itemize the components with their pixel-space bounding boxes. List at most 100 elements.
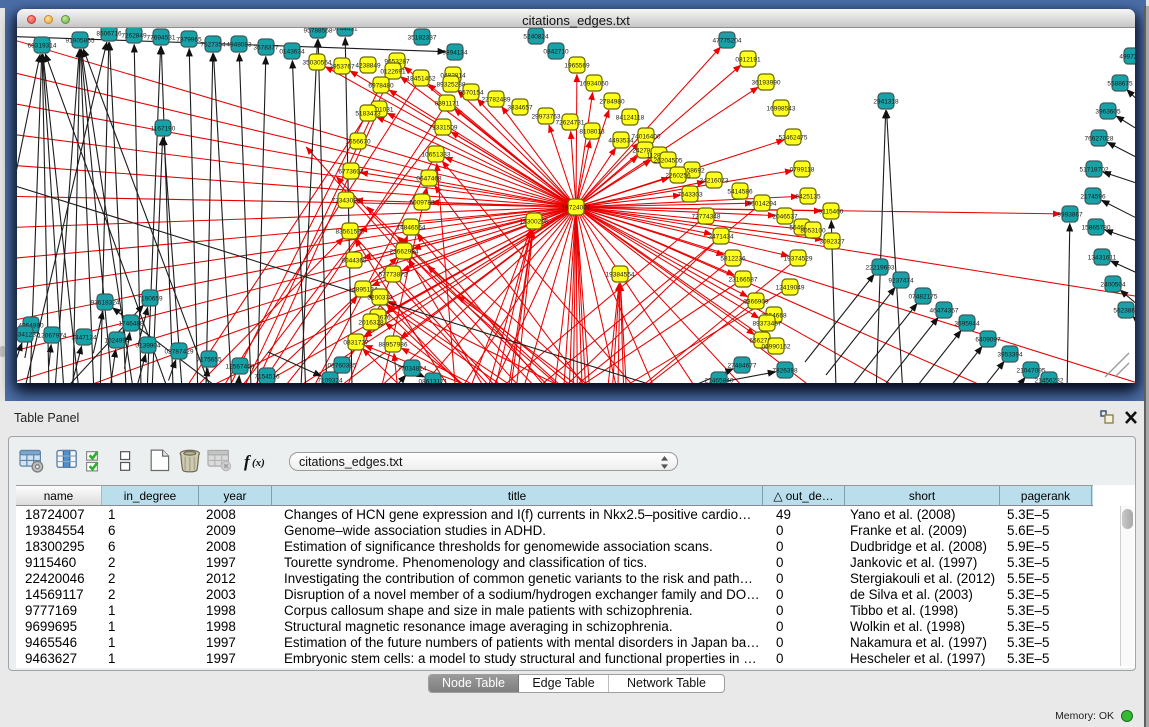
svg-text:0799118: 0799118	[790, 166, 815, 173]
svg-text:3953394: 3953394	[997, 351, 1023, 358]
svg-text:3200379: 3200379	[367, 294, 393, 301]
svg-text:74016400: 74016400	[632, 133, 661, 140]
svg-text:1656670: 1656670	[345, 138, 371, 145]
svg-text:22782489: 22782489	[482, 96, 511, 103]
svg-text:2941318: 2941318	[873, 98, 899, 105]
svg-text:85014294: 85014294	[748, 200, 777, 207]
svg-text:0122691: 0122691	[380, 68, 406, 75]
svg-text:5623869: 5623869	[1113, 307, 1135, 314]
svg-text:5744431: 5744431	[332, 28, 358, 32]
svg-text:0647468: 0647468	[416, 175, 442, 182]
svg-text:0366909: 0366909	[743, 298, 769, 305]
svg-text:26204505: 26204505	[654, 157, 683, 164]
svg-text:3447134: 3447134	[71, 334, 97, 341]
svg-text:06990162: 06990162	[762, 343, 791, 350]
svg-text:9115460: 9115460	[819, 208, 844, 215]
svg-text:91905865: 91905865	[66, 37, 95, 44]
svg-text:8506716: 8506716	[96, 30, 122, 37]
svg-text:5812236: 5812236	[720, 255, 746, 262]
svg-text:23662994: 23662994	[390, 248, 419, 255]
svg-text:0812191: 0812191	[735, 56, 761, 63]
svg-text:0842710: 0842710	[543, 48, 569, 55]
svg-text:3678377: 3678377	[253, 44, 279, 51]
svg-text:88957986: 88957986	[379, 341, 408, 348]
svg-text:7379965: 7379965	[176, 36, 202, 43]
svg-text:07482175: 07482175	[909, 293, 938, 300]
svg-text:7109324: 7109324	[317, 377, 343, 383]
svg-text:19374529: 19374529	[784, 255, 813, 262]
svg-text:1746488: 1746488	[118, 320, 144, 327]
svg-text:76627028: 76627028	[1085, 135, 1114, 142]
svg-text:6978480: 6978480	[368, 82, 394, 89]
svg-text:77694531: 77694531	[147, 34, 176, 41]
svg-text:02787429: 02787429	[165, 348, 194, 355]
svg-text:13341232: 13341232	[17, 331, 40, 338]
svg-text:4493534: 4493534	[608, 137, 634, 144]
svg-text:f: f	[244, 452, 252, 471]
svg-text:2784980: 2784980	[599, 98, 625, 105]
svg-text:9570154: 9570154	[458, 89, 484, 96]
svg-text:12419049: 12419049	[776, 284, 805, 291]
svg-text:3695944: 3695944	[954, 320, 980, 327]
svg-text:7175655: 7175655	[196, 356, 222, 363]
svg-text:77034824: 77034824	[398, 365, 427, 372]
svg-text:34216073: 34216073	[700, 177, 729, 184]
svg-text:4997278: 4997278	[1119, 53, 1135, 60]
svg-text:0391171: 0391171	[435, 100, 460, 107]
svg-text:7190659: 7190659	[137, 295, 163, 302]
svg-text:53462475: 53462475	[779, 134, 808, 141]
svg-text:36193990: 36193990	[752, 79, 781, 86]
svg-text:8053100: 8053100	[800, 227, 826, 234]
svg-text:7262849: 7262849	[121, 32, 147, 39]
svg-text:5240824: 5240824	[523, 33, 549, 40]
svg-text:22219693: 22219693	[866, 264, 895, 271]
svg-text:6409097: 6409097	[975, 336, 1001, 343]
svg-text:9993867: 9993867	[1057, 211, 1083, 218]
svg-text:16998543: 16998543	[767, 105, 796, 112]
svg-text:89373467: 89373467	[753, 320, 782, 327]
svg-text:3471434: 3471434	[708, 233, 734, 240]
svg-text:0831727: 0831727	[343, 339, 369, 346]
svg-text:0139904: 0139904	[135, 342, 161, 349]
svg-text:1024994: 1024994	[104, 337, 130, 344]
svg-text:46474367: 46474367	[930, 307, 959, 314]
svg-text:08760385: 08760385	[328, 362, 357, 369]
svg-text:47775204: 47775204	[713, 37, 742, 44]
svg-text:9237474: 9237474	[888, 277, 914, 284]
svg-text:5414586: 5414586	[727, 188, 753, 195]
svg-text:7154516: 7154516	[254, 373, 280, 380]
svg-text:18300295: 18300295	[520, 218, 549, 225]
svg-text:8108013: 8108013	[579, 128, 605, 135]
svg-text:0143634: 0143634	[279, 48, 305, 55]
svg-text:93618324: 93618324	[91, 299, 120, 306]
svg-text:5588675: 5588675	[1107, 80, 1133, 87]
svg-text:12067974: 12067974	[38, 332, 67, 339]
svg-text:2400504: 2400504	[1100, 281, 1126, 288]
svg-text:72774348: 72774348	[692, 213, 721, 220]
svg-text:10651333: 10651333	[422, 151, 451, 158]
svg-text:3834657: 3834657	[507, 104, 533, 111]
svg-text:5009788: 5009788	[409, 199, 435, 206]
svg-text:7543303: 7543303	[677, 191, 703, 198]
svg-text:72343098: 72343098	[332, 197, 361, 204]
svg-text:19384554: 19384554	[606, 271, 635, 278]
svg-text:1965569: 1965569	[564, 62, 590, 69]
svg-text:14846564: 14846564	[397, 224, 426, 231]
svg-text:13431611: 13431611	[1088, 254, 1117, 261]
svg-text:72624731: 72624731	[556, 119, 585, 126]
svg-text:66319314: 66319314	[28, 42, 57, 49]
svg-text:35182337: 35182337	[408, 34, 437, 41]
svg-text:5183473: 5183473	[355, 110, 381, 117]
svg-text:3963605: 3963605	[1095, 108, 1121, 115]
svg-text:4238849: 4238849	[355, 62, 381, 69]
svg-text:7826398: 7826398	[772, 367, 798, 374]
svg-text:71331509: 71331509	[429, 124, 458, 131]
svg-text:51718702: 51718702	[1080, 166, 1109, 173]
svg-text:23166587: 23166587	[729, 276, 758, 283]
svg-text:2260256: 2260256	[665, 172, 691, 179]
svg-text:2174596: 2174596	[1080, 193, 1106, 200]
svg-text:3953767: 3953767	[329, 63, 355, 70]
svg-text:3092327: 3092327	[819, 238, 845, 245]
svg-text:7527354: 7527354	[200, 41, 226, 48]
svg-text:4948083: 4948083	[226, 41, 252, 48]
